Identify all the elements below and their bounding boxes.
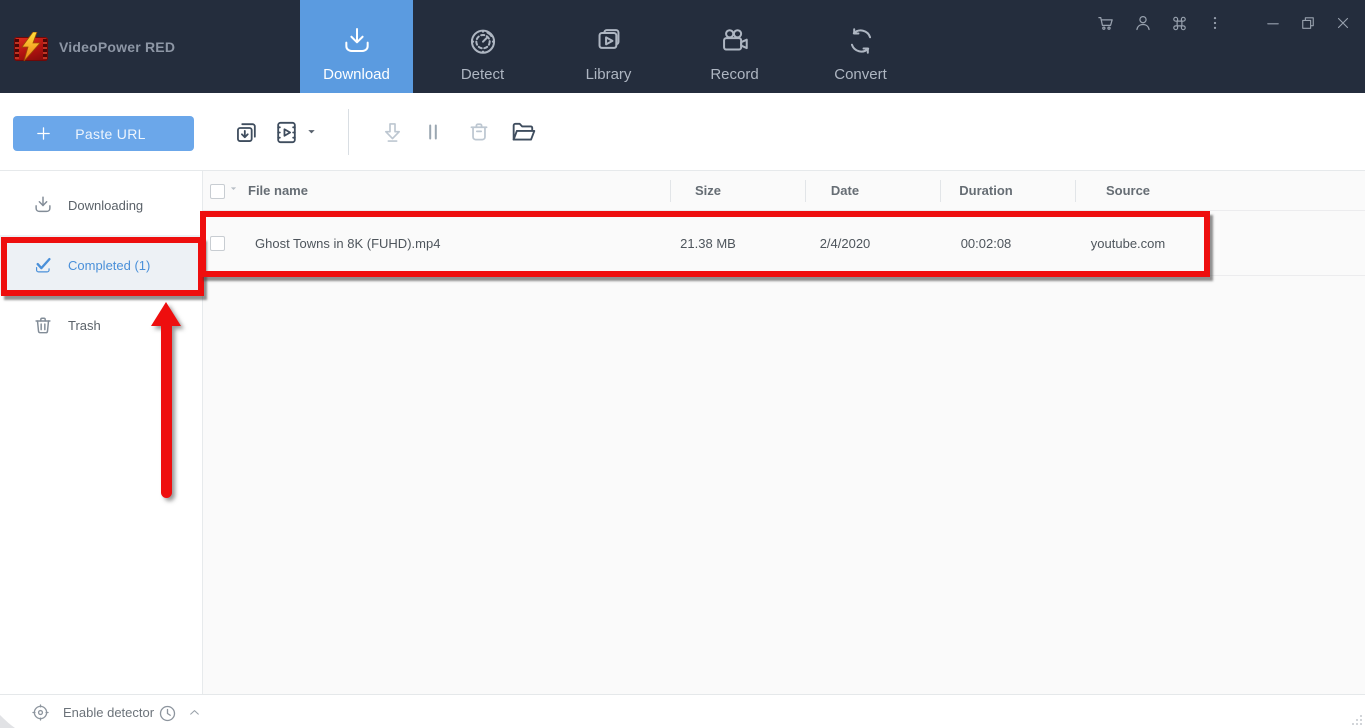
convert-tab-icon — [845, 23, 877, 57]
video-format-button[interactable] — [266, 112, 306, 152]
enable-detector-label: Enable detector — [63, 705, 154, 720]
cell-source: youtube.com — [1063, 236, 1193, 251]
app-title: VideoPower RED — [59, 39, 175, 55]
table-header: File name Size Date Duration Source — [203, 171, 1365, 211]
minimize-icon[interactable] — [1264, 14, 1282, 32]
close-icon[interactable] — [1334, 14, 1352, 32]
tab-convert[interactable]: Convert — [804, 0, 917, 93]
start-download-button[interactable] — [372, 112, 412, 152]
cell-size: 21.38 MB — [653, 236, 763, 251]
header-date: Date — [790, 183, 900, 198]
kebab-menu-icon[interactable] — [1206, 14, 1224, 32]
sidebar-item-completed[interactable]: Completed (1) — [0, 235, 202, 295]
tab-record[interactable]: Record — [678, 0, 791, 93]
pause-button[interactable] — [413, 112, 453, 152]
detect-tab-icon — [467, 23, 499, 57]
cart-icon[interactable] — [1096, 13, 1116, 33]
sidebar-item-label: Trash — [68, 318, 101, 333]
user-icon[interactable] — [1133, 13, 1153, 33]
resize-grip-icon[interactable] — [1349, 712, 1363, 726]
chevron-up-icon[interactable] — [185, 703, 203, 721]
title-bar: VideoPower RED Download — [0, 0, 1365, 93]
cell-duration: 00:02:08 — [931, 236, 1041, 251]
main-nav: Download Detect — [300, 0, 917, 93]
sidebar-item-trash[interactable]: Trash — [0, 295, 202, 355]
sidebar-item-label: Completed (1) — [68, 258, 150, 273]
tab-detect[interactable]: Detect — [426, 0, 539, 93]
trash-icon — [32, 314, 54, 336]
open-folder-icon — [509, 118, 537, 146]
tab-detect-label: Detect — [461, 66, 504, 83]
paste-url-button[interactable]: Paste URL — [13, 116, 194, 151]
caret-down-icon[interactable] — [303, 123, 319, 139]
plus-icon — [35, 125, 52, 142]
status-bar: Enable detector — [0, 694, 1365, 728]
tab-library[interactable]: Library — [552, 0, 665, 93]
sidebar: Downloading Completed (1) Trash — [0, 171, 203, 694]
header-size: Size — [653, 183, 763, 198]
sidebar-item-downloading[interactable]: Downloading — [0, 175, 202, 235]
tab-convert-label: Convert — [834, 66, 887, 83]
select-all-checkbox[interactable] — [210, 184, 225, 199]
sidebar-item-label: Downloading — [68, 198, 143, 213]
detector-target-icon — [30, 702, 51, 723]
header-file-name: File name — [248, 183, 308, 198]
batch-download-icon — [233, 119, 260, 146]
start-download-icon — [380, 120, 405, 145]
toolbar-divider — [348, 109, 349, 155]
delete-icon — [466, 119, 492, 145]
completed-check-icon — [32, 254, 54, 276]
scheduler-clock-icon[interactable] — [155, 701, 179, 725]
video-format-icon — [273, 119, 300, 146]
toolbar: Paste URL — [0, 93, 1365, 171]
restore-icon[interactable] — [1299, 14, 1317, 32]
downloading-icon — [32, 194, 54, 216]
tab-record-label: Record — [710, 66, 758, 83]
tab-download-label: Download — [323, 66, 390, 83]
table-row[interactable]: Ghost Towns in 8K (FUHD).mp4 21.38 MB 2/… — [203, 211, 1365, 276]
enable-detector-toggle[interactable]: Enable detector — [30, 695, 154, 728]
select-caret-icon[interactable] — [229, 184, 238, 193]
download-list: File name Size Date Duration Source Ghos… — [203, 171, 1365, 694]
page-curl — [0, 715, 15, 728]
library-tab-icon — [593, 23, 625, 57]
brand: VideoPower RED — [14, 0, 175, 93]
header-duration: Duration — [931, 183, 1041, 198]
app-logo-icon — [14, 32, 48, 62]
titlebar-actions — [1096, 0, 1352, 46]
tab-library-label: Library — [586, 66, 632, 83]
record-tab-icon — [719, 23, 751, 57]
batch-download-button[interactable] — [226, 112, 266, 152]
pause-icon — [421, 120, 445, 144]
row-checkbox[interactable] — [210, 236, 225, 251]
cell-file-name: Ghost Towns in 8K (FUHD).mp4 — [255, 236, 440, 251]
tab-download[interactable]: Download — [300, 0, 413, 93]
cell-date: 2/4/2020 — [790, 236, 900, 251]
command-icon[interactable] — [1170, 14, 1189, 33]
download-tab-icon — [341, 23, 373, 57]
header-source: Source — [1063, 183, 1193, 198]
app-window: VideoPower RED Download — [0, 0, 1365, 728]
open-folder-button[interactable] — [503, 112, 543, 152]
delete-button[interactable] — [459, 112, 499, 152]
